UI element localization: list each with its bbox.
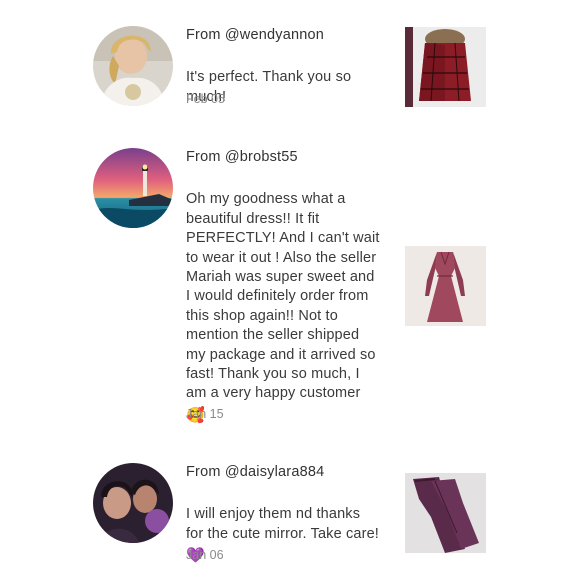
item-thumbnail[interactable] xyxy=(405,27,486,107)
item-thumbnail[interactable] xyxy=(405,246,486,326)
dress-thumbnail xyxy=(405,246,486,326)
review-date: Jan 06 xyxy=(186,548,224,562)
item-thumbnail[interactable] xyxy=(405,473,486,553)
review-text: I will enjoy them nd thanks for the cute… xyxy=(186,486,391,585)
jacket-thumbnail xyxy=(405,27,486,107)
review-author[interactable]: From @wendyannon xyxy=(186,27,324,43)
user-avatar-photo xyxy=(93,26,173,106)
user-avatar[interactable] xyxy=(93,148,173,228)
lighthouse-avatar-photo xyxy=(93,148,173,228)
review-text-content: I will enjoy them nd thanks for the cute… xyxy=(186,506,379,542)
user-avatar[interactable] xyxy=(93,26,173,106)
user-avatar[interactable] xyxy=(93,463,173,543)
review-text-content: Oh my goodness what a beautiful dress!! … xyxy=(186,191,380,402)
review-author[interactable]: From @daisylara884 xyxy=(186,464,324,480)
review-text: Oh my goodness what a beautiful dress!! … xyxy=(186,171,391,445)
group-avatar-photo xyxy=(93,463,173,543)
review-date: Jan 15 xyxy=(186,407,224,421)
review-date: Feb 05 xyxy=(186,92,225,106)
review-author[interactable]: From @brobst55 xyxy=(186,149,298,165)
pants-thumbnail xyxy=(405,473,486,553)
